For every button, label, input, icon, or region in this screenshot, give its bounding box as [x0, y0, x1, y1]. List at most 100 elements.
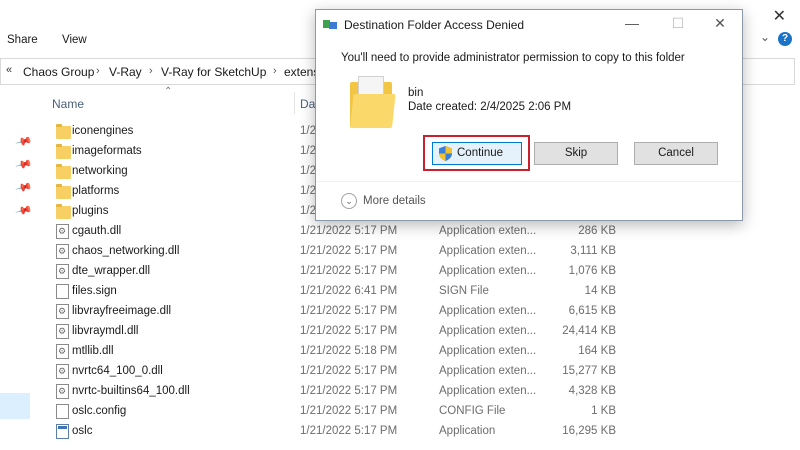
- file-name: dte_wrapper.dll: [72, 265, 150, 277]
- app-icon: [56, 424, 69, 439]
- folder-icon: [56, 124, 71, 139]
- file-size: 6,615 KB: [568, 305, 616, 317]
- breadcrumb-overflow-icon[interactable]: «: [6, 64, 12, 76]
- folder-name: bin: [408, 87, 424, 99]
- breadcrumb-chaos-group[interactable]: Chaos Group: [23, 65, 94, 79]
- file-name: networking: [72, 165, 128, 177]
- file-explorer-window: Share View ✕ ⌄ ? « Chaos Group › V-Ray ›…: [0, 0, 800, 450]
- pin-icon[interactable]: 📌: [15, 201, 33, 219]
- file-row[interactable]: files.sign 1/21/2022 6:41 PM SIGN File 14 K…: [44, 282, 794, 302]
- file-name: oslc.config: [72, 405, 127, 417]
- file-date-modified: 1/21/2022 5:17 PM: [300, 385, 398, 397]
- pin-icon[interactable]: 📌: [15, 155, 33, 173]
- file-row[interactable]: dte_wrapper.dll1/21/2022 5:17 PMApplicat…: [44, 262, 794, 282]
- ribbon-collapse-icon[interactable]: ⌄: [760, 30, 770, 44]
- file-icon: [56, 404, 69, 419]
- tab-share[interactable]: Share: [7, 34, 38, 46]
- file-size: 1 KB: [591, 405, 616, 417]
- file-name: imageformats: [72, 145, 142, 157]
- help-icon[interactable]: ?: [778, 32, 792, 46]
- folder-icon: [56, 164, 71, 179]
- file-date-modified: 1/21/2022 5:17 PM: [300, 425, 398, 437]
- file-row[interactable]: mtllib.dll1/21/2022 5:18 PMApplication e…: [44, 342, 794, 362]
- file-size: 164 KB: [578, 345, 616, 357]
- file-size: 3,111 KB: [570, 245, 616, 257]
- file-name: libvraymdl.dll: [72, 325, 139, 337]
- file-row[interactable]: chaos_networking.dll1/21/2022 5:17 PMApp…: [44, 242, 794, 262]
- dll-icon: [56, 224, 69, 239]
- continue-button[interactable]: Continue: [432, 142, 522, 165]
- file-date-modified: 1/21/2022 5:17 PM: [300, 245, 398, 257]
- pin-icon[interactable]: 📌: [15, 178, 33, 196]
- pin-icon[interactable]: 📌: [15, 132, 33, 150]
- folder-large-icon: [350, 76, 396, 128]
- skip-button[interactable]: Skip: [534, 142, 618, 165]
- folder-icon: [56, 144, 71, 159]
- file-type: CONFIG File: [439, 405, 506, 417]
- nav-selected-item[interactable]: [0, 393, 30, 419]
- file-name: files.sign: [72, 285, 117, 297]
- more-details-link[interactable]: More details: [363, 195, 426, 207]
- file-icon: [56, 284, 69, 299]
- breadcrumb-separator-icon[interactable]: ›: [96, 65, 100, 77]
- file-date-modified: 1/21/2022 5:17 PM: [300, 265, 398, 277]
- file-row[interactable]: libvraymdl.dll1/21/2022 5:17 PMApplicati…: [44, 322, 794, 342]
- file-row[interactable]: nvrtc64_100_0.dll1/21/2022 5:17 PMApplic…: [44, 362, 794, 382]
- minimize-icon[interactable]: —: [622, 15, 642, 31]
- file-name: plugins: [72, 205, 109, 217]
- file-size: 15,277 KB: [562, 365, 616, 377]
- dll-icon: [56, 324, 69, 339]
- file-row[interactable]: libvrayfreeimage.dll1/21/2022 5:17 PMApp…: [44, 302, 794, 322]
- file-name: oslc: [72, 425, 93, 437]
- file-type: Application: [439, 425, 496, 437]
- cancel-button[interactable]: Cancel: [634, 142, 718, 165]
- tab-view[interactable]: View: [62, 34, 87, 46]
- dialog-title: Destination Folder Access Denied: [344, 18, 525, 32]
- file-row[interactable]: oslc 1/21/2022 5:17 PM Application 16,295 K…: [44, 422, 794, 442]
- access-denied-dialog: Destination Folder Access Denied — ☐ ✕ Y…: [315, 9, 743, 221]
- file-date-modified: 1/21/2022 5:17 PM: [300, 365, 398, 377]
- file-copy-icon: [323, 19, 337, 30]
- folder-date-created: Date created: 2/4/2025 2:06 PM: [408, 101, 572, 113]
- file-size: 1,076 KB: [568, 265, 616, 277]
- file-type: SIGN File: [439, 285, 489, 297]
- file-date-modified: 1/21/2022 5:17 PM: [300, 305, 398, 317]
- file-date-modified: 1/21/2022 5:17 PM: [300, 225, 398, 237]
- file-name: cgauth.dll: [72, 225, 122, 237]
- file-row[interactable]: oslc.config 1/21/2022 5:17 PM CONFIG File 1…: [44, 402, 794, 422]
- column-header-name[interactable]: Name: [52, 97, 84, 111]
- file-date-modified: 1/21/2022 5:18 PM: [300, 345, 398, 357]
- dialog-message: You'll need to provide administrator per…: [341, 52, 685, 64]
- dialog-titlebar[interactable]: Destination Folder Access Denied — ☐ ✕: [316, 10, 742, 40]
- file-name: platforms: [72, 185, 120, 197]
- folder-icon: [56, 184, 71, 199]
- dll-icon: [56, 364, 69, 379]
- file-date-modified: 1/21/2022 6:41 PM: [300, 285, 398, 297]
- breadcrumb-v-ray-for-sketchup[interactable]: V-Ray for SketchUp: [161, 65, 266, 79]
- file-name: nvrtc-builtins64_100.dll: [72, 385, 190, 397]
- window-close-icon[interactable]: ✕: [773, 6, 786, 26]
- navigation-pane: 📌 📌 📌 📌: [0, 90, 44, 450]
- breadcrumb-v-ray[interactable]: V-Ray: [109, 65, 142, 79]
- file-name: iconengines: [72, 125, 134, 137]
- maximize-icon: ☐: [671, 15, 685, 31]
- breadcrumb-separator-icon[interactable]: ›: [273, 65, 277, 77]
- file-size: 16,295 KB: [562, 425, 616, 437]
- file-row[interactable]: nvrtc-builtins64_100.dll 1/21/2022 5:17 P…: [44, 382, 794, 402]
- expand-details-icon[interactable]: ⌄: [341, 193, 357, 209]
- file-size: 4,328 KB: [568, 385, 616, 397]
- file-name: nvrtc64_100_0.dll: [72, 365, 163, 377]
- sort-ascending-icon: ⌃: [164, 86, 173, 97]
- column-divider[interactable]: [294, 92, 295, 114]
- continue-button-label: Continue: [457, 147, 504, 159]
- dll-icon: [56, 304, 69, 319]
- dll-icon: [56, 344, 69, 359]
- breadcrumb-separator-icon[interactable]: ›: [149, 65, 153, 77]
- file-row[interactable]: cgauth.dll1/21/2022 5:17 PMApplication e…: [44, 222, 794, 242]
- file-size: 24,414 KB: [562, 325, 616, 337]
- dialog-close-icon[interactable]: ✕: [710, 15, 730, 32]
- file-date-modified: 1/21/2022 5:17 PM: [300, 405, 398, 417]
- folder-icon: [56, 204, 71, 219]
- file-name: chaos_networking.dll: [72, 245, 180, 257]
- file-name: mtllib.dll: [72, 345, 114, 357]
